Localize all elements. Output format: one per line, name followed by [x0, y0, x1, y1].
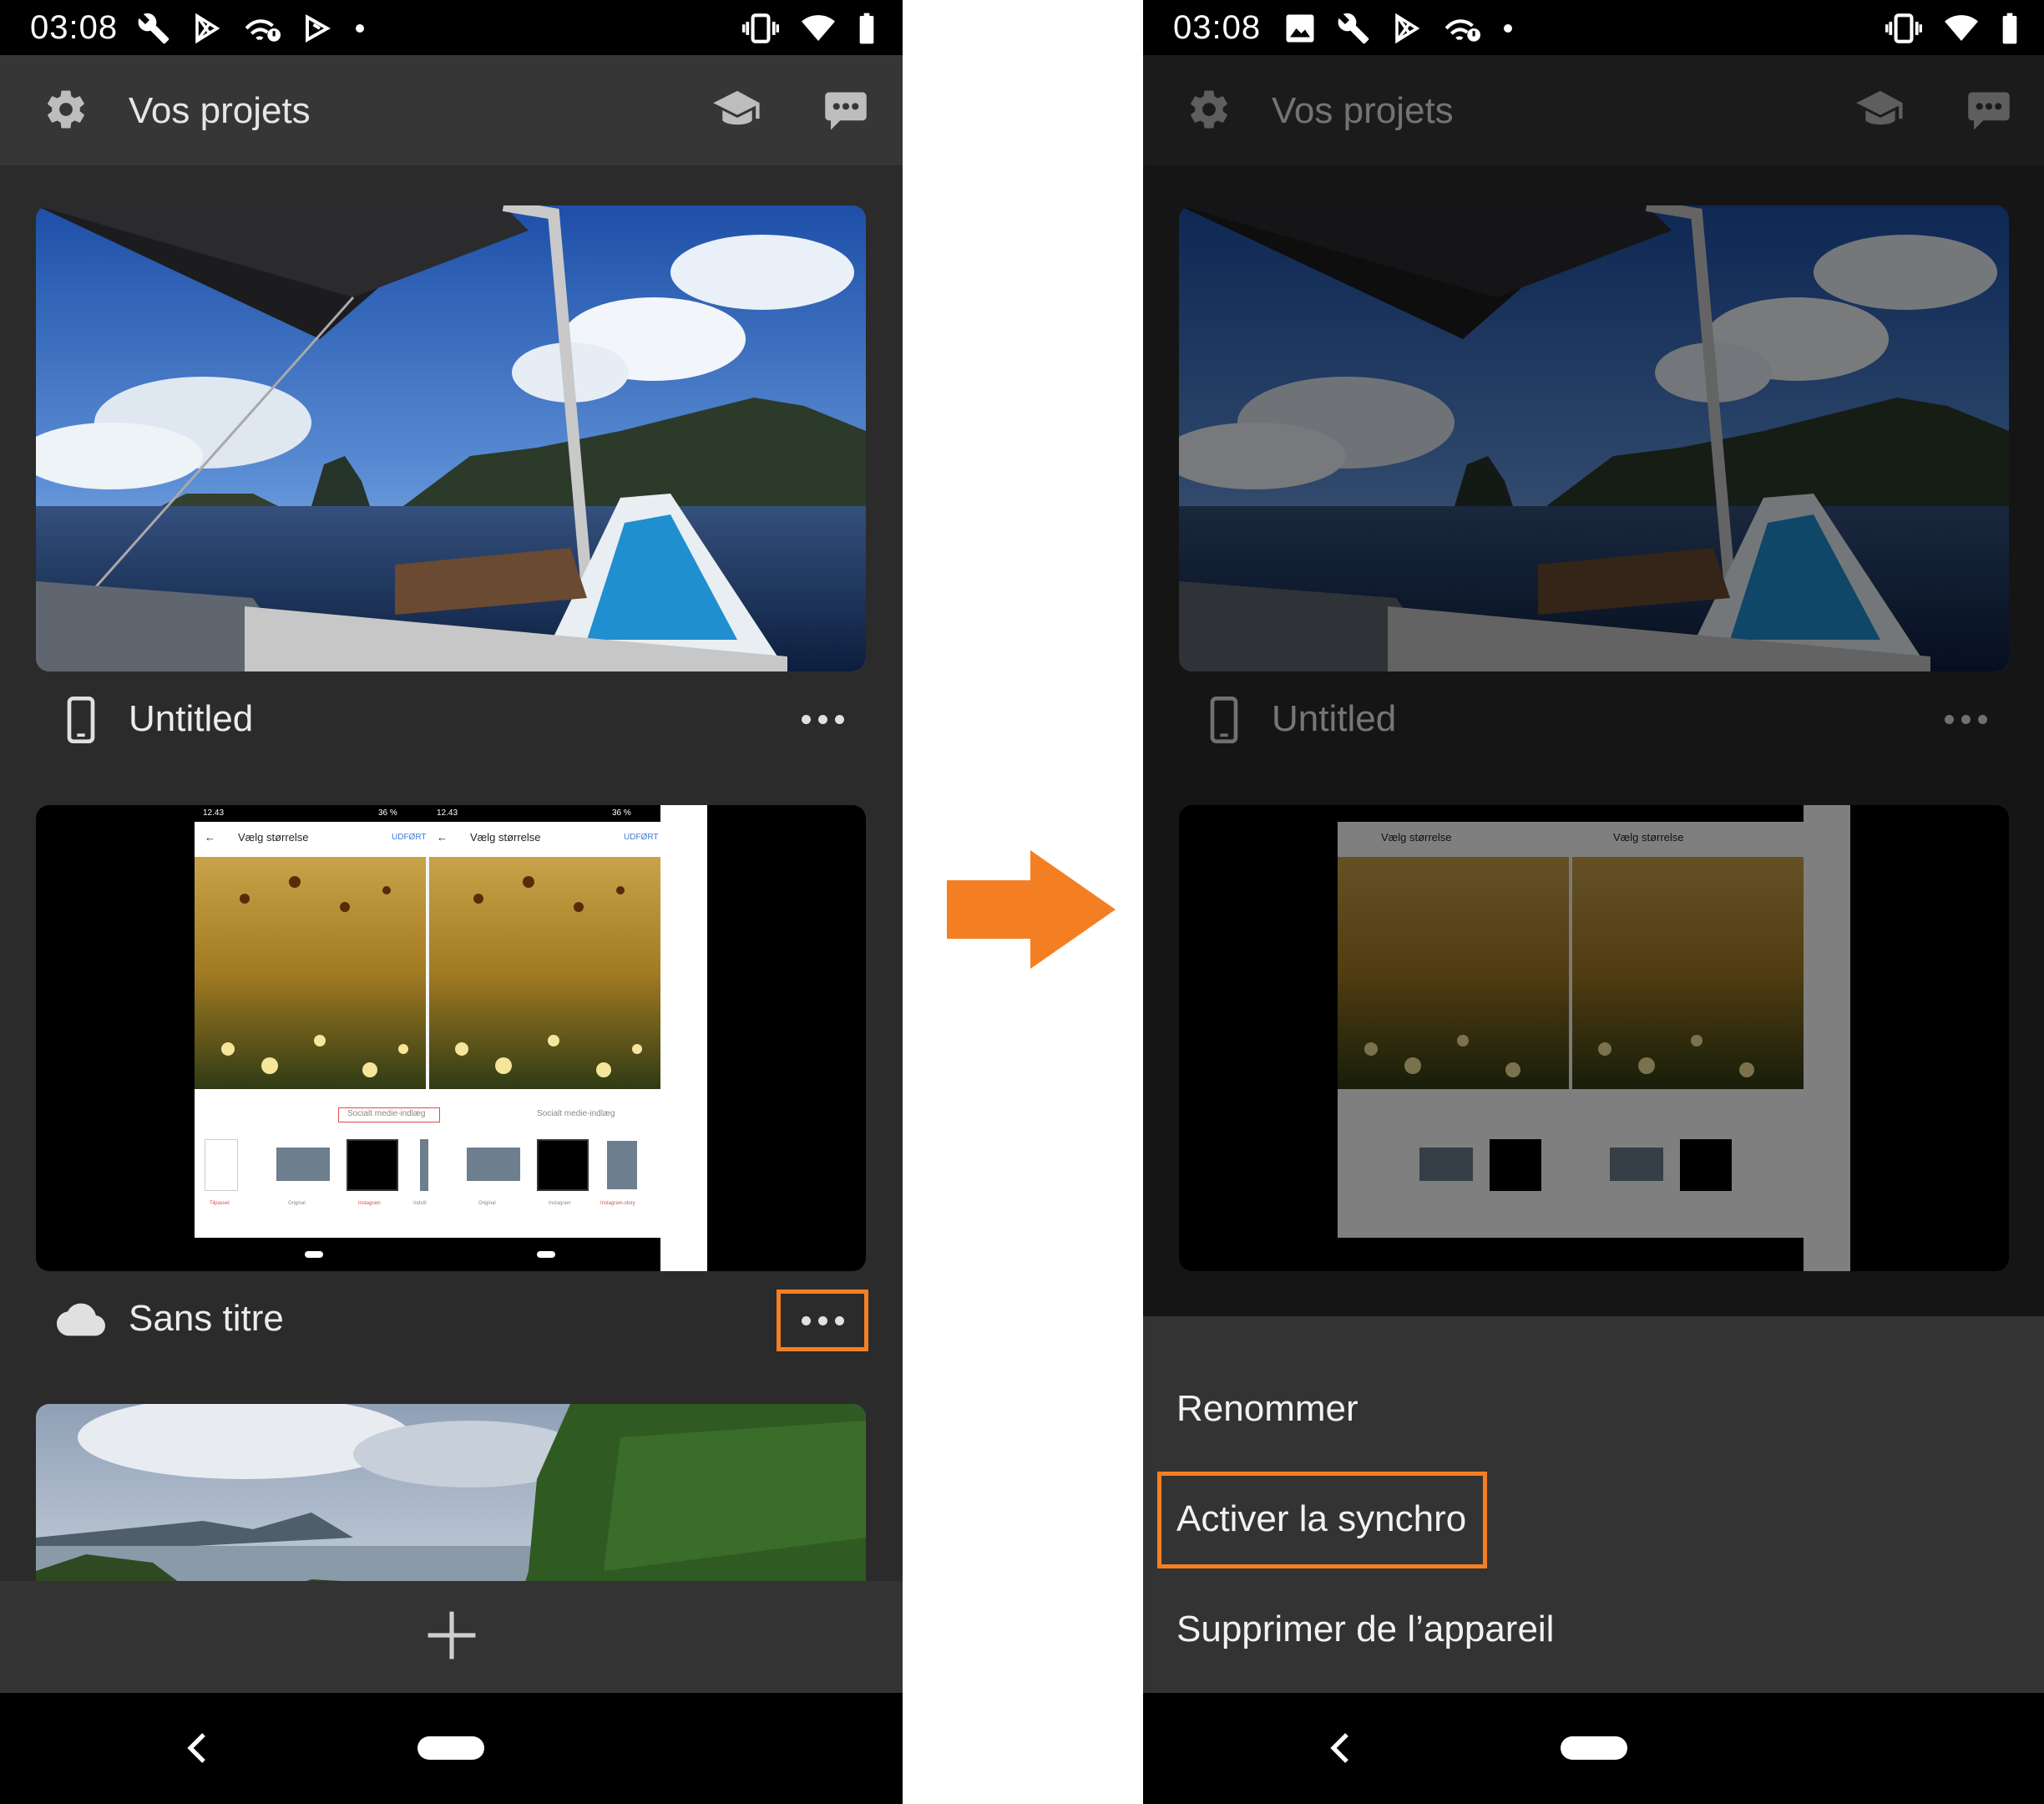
project-options-sheet: Renommer Activer la synchro Supprimer de…: [1143, 1316, 2044, 1693]
mini-label-4: Original: [478, 1201, 496, 1206]
phone-icon: [67, 697, 95, 743]
wrench-icon: [138, 13, 169, 44]
status-time: 03:08: [30, 9, 119, 46]
home-pill[interactable]: [1561, 1736, 1627, 1760]
more-dot: [817, 1315, 827, 1325]
mini-time: 12.43: [203, 808, 225, 818]
mini-section-active-label: Socialt medie-indlæg: [347, 1109, 426, 1118]
feedback-chat-icon[interactable]: [823, 89, 868, 134]
project-list[interactable]: Untitled 12.43 36 % 12.43 36 % ← Vælg st…: [0, 165, 903, 1581]
mini-done: UDFØRT: [392, 833, 427, 842]
status-notification-icons: [137, 12, 366, 45]
mini-battery: 36 %: [378, 808, 397, 818]
flower-photo: [195, 857, 660, 1089]
add-project-icon[interactable]: [426, 1609, 478, 1661]
more-dot: [834, 1315, 844, 1325]
gear-icon[interactable]: [43, 87, 89, 132]
notification-dot-icon: [1504, 24, 1512, 33]
bottom-toolbar: [0, 1581, 903, 1693]
menu-item-rename[interactable]: Renommer: [1176, 1386, 1358, 1432]
image-icon: [1286, 14, 1314, 43]
status-time: 03:08: [1173, 9, 1262, 46]
app-bar: Vos projets: [0, 55, 903, 165]
mini-story-tile-2: [607, 1141, 637, 1189]
vibrate-icon: [1885, 13, 1922, 43]
mini-time-2: 12.43: [437, 808, 458, 818]
mini-label-6: Instagram-story: [600, 1201, 635, 1206]
mini-back-icon: ←: [205, 831, 215, 844]
status-system-icons: [1885, 12, 2019, 45]
project-name[interactable]: Sans titre: [129, 1296, 284, 1341]
wifi-icon: [1945, 15, 1978, 41]
mini-label-5: Instagram: [549, 1201, 571, 1206]
play-store-outline-icon: [306, 14, 331, 43]
transition-arrow-icon: [947, 850, 1116, 969]
menu-item-delete-from-device[interactable]: Supprimer de l’appareil: [1176, 1607, 1554, 1652]
menu-item-enable-sync[interactable]: Activer la synchro: [1176, 1497, 1466, 1542]
status-system-icons: [742, 12, 876, 45]
mini-section-label: Socialt medie-indlæg: [537, 1109, 615, 1118]
play-store-icon: [1395, 13, 1420, 44]
more-dots-icon: [801, 1315, 811, 1325]
mini-instagram-tile: [347, 1139, 398, 1191]
page-title: Vos projets: [129, 90, 311, 131]
mini-label-2: Instagram: [358, 1201, 381, 1206]
mini-nav-bar: [195, 1238, 660, 1271]
notification-dot-icon: [356, 24, 364, 33]
more-dots-icon: [801, 714, 811, 724]
wifi-alert-icon: [1444, 19, 1480, 42]
mini-home-pill-2: [537, 1251, 555, 1258]
modal-scrim[interactable]: [1143, 55, 2044, 1316]
system-nav-bar: [0, 1693, 903, 1804]
project-thumbnail-3[interactable]: [36, 1404, 866, 1581]
mini-label-3: Indstil: [413, 1201, 427, 1206]
phone-screen-right: 03:08 Vos projets: [1143, 0, 2044, 1804]
mini-battery-2: 36 %: [612, 808, 631, 818]
mini-label-1: Original: [288, 1201, 306, 1206]
back-chevron-icon[interactable]: [187, 1731, 207, 1765]
project-name[interactable]: Untitled: [129, 697, 253, 742]
mini-title: Vælg størrelse: [238, 831, 309, 844]
project-thumbnail-sans-titre[interactable]: 12.43 36 % 12.43 36 % ← Vælg størrelse U…: [36, 805, 866, 1271]
home-pill[interactable]: [417, 1736, 484, 1760]
more-options-button-highlighted[interactable]: [777, 1290, 868, 1351]
system-nav-bar: [1143, 1693, 2044, 1804]
cloud-icon: [57, 1303, 105, 1336]
vibrate-icon: [742, 13, 779, 43]
battery-icon: [2002, 13, 2017, 44]
mini-back-icon-2: ←: [437, 831, 448, 844]
mini-original-tile: [276, 1148, 330, 1181]
wrench-icon: [1338, 13, 1369, 44]
island-photo: [36, 1404, 866, 1581]
project-thumbnail-untitled[interactable]: [36, 205, 866, 671]
mini-story-tile: [420, 1139, 428, 1191]
mini-section-active: Socialt medie-indlæg: [338, 1107, 440, 1122]
boat-photo: [36, 205, 866, 671]
status-notification-icons: [1285, 12, 1514, 45]
mini-status-bar: 12.43 36 % 12.43 36 %: [195, 805, 660, 822]
thumbnail-screenshot: 12.43 36 % 12.43 36 % ← Vælg størrelse U…: [195, 805, 707, 1271]
mini-original-tile-2: [467, 1148, 520, 1181]
more-dot: [817, 714, 827, 724]
play-store-icon: [195, 13, 220, 44]
mini-done-2: UDFØRT: [624, 833, 659, 842]
mini-custom-tile: [205, 1139, 238, 1191]
more-dot: [834, 714, 844, 724]
mini-instagram-tile-2: [537, 1139, 589, 1191]
mini-label-0: Tilpasset: [210, 1201, 230, 1206]
status-bar: 03:08: [1143, 0, 2044, 55]
mini-title-2: Vælg størrelse: [470, 831, 541, 844]
back-chevron-icon[interactable]: [1330, 1731, 1350, 1765]
more-options-button[interactable]: [777, 688, 868, 750]
wifi-icon: [802, 15, 835, 41]
battery-icon: [859, 13, 874, 44]
graduation-cap-icon[interactable]: [711, 85, 763, 134]
status-bar: 03:08: [0, 0, 903, 55]
mini-home-pill: [305, 1251, 323, 1258]
wifi-alert-icon: [245, 19, 281, 42]
phone-screen-left: 03:08 Vos projets Untitled 12.43 36 % 12…: [0, 0, 903, 1804]
